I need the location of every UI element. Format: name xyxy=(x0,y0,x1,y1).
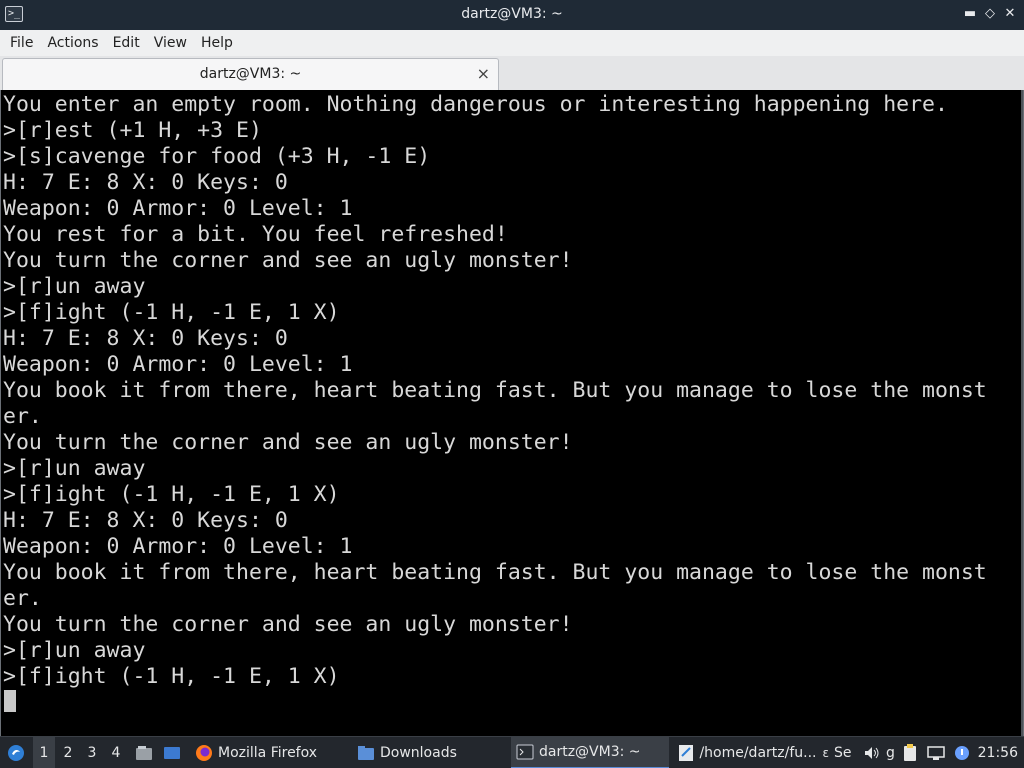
terminal-line: You book it from there, heart beating fa… xyxy=(3,378,987,403)
workspace-1[interactable]: 1 xyxy=(33,737,55,768)
terminal-icon xyxy=(515,742,535,762)
terminal-line: You turn the corner and see an ugly mons… xyxy=(3,430,573,455)
terminal-line: Weapon: 0 Armor: 0 Level: 1 xyxy=(3,196,353,221)
menu-bar: File Actions Edit View Help xyxy=(0,30,1024,56)
menu-edit[interactable]: Edit xyxy=(106,30,147,56)
terminal-line: >[f]ight (-1 H, -1 E, 1 X) xyxy=(3,664,340,689)
terminal-lines: You enter an empty room. Nothing dangero… xyxy=(3,92,1013,690)
terminal-line: >[s]cavenge for food (+3 H, -1 E) xyxy=(3,144,431,169)
tray-partial-c: g xyxy=(886,745,895,761)
terminal-line: You turn the corner and see an ugly mons… xyxy=(3,612,573,637)
task-label: Mozilla Firefox xyxy=(218,745,318,761)
tab-terminal[interactable]: dartz@VM3: ~ × xyxy=(2,58,499,90)
terminal-line: You rest for a bit. You feel refreshed! xyxy=(3,222,508,247)
tab-strip: dartz@VM3: ~ × xyxy=(0,56,1024,90)
terminal-cursor xyxy=(4,690,16,712)
menu-actions[interactable]: Actions xyxy=(40,30,105,56)
terminal-line: H: 7 E: 8 X: 0 Keys: 0 xyxy=(3,326,288,351)
task-label: /home/dartz/fu... xyxy=(699,745,817,761)
tray-partial-item[interactable]: Se xyxy=(834,737,860,768)
task-text-editor[interactable]: /home/dartz/fu... ε xyxy=(673,737,829,768)
task-downloads[interactable]: Downloads xyxy=(352,737,508,768)
window-titlebar[interactable]: >_ dartz@VM3: ~ ▬ ◇ ✕ xyxy=(0,0,1024,30)
terminal-scrollbar[interactable] xyxy=(1021,90,1023,736)
tray-partial-b: Se xyxy=(834,745,852,761)
tab-label: dartz@VM3: ~ xyxy=(199,66,302,82)
terminal-line: >[r]est (+1 H, +3 E) xyxy=(3,118,262,143)
task-label: dartz@VM3: ~ xyxy=(539,744,641,760)
terminal-line: Weapon: 0 Armor: 0 Level: 1 xyxy=(3,534,353,559)
terminal-line: >[f]ight (-1 H, -1 E, 1 X) xyxy=(3,300,340,325)
terminal-line: H: 7 E: 8 X: 0 Keys: 0 xyxy=(3,508,288,533)
terminal-line: >[r]un away xyxy=(3,638,146,663)
volume-icon[interactable] xyxy=(860,737,884,768)
clock[interactable]: 21:56 xyxy=(978,737,1018,768)
notification-icon[interactable] xyxy=(950,737,974,768)
workspace-4[interactable]: 4 xyxy=(105,737,127,768)
terminal-line: >[r]un away xyxy=(3,274,146,299)
menu-file[interactable]: File xyxy=(3,30,40,56)
file-manager-icon[interactable] xyxy=(132,737,156,768)
terminal-line: You book it from there, heart beating fa… xyxy=(3,560,987,585)
folder-icon xyxy=(356,743,376,763)
network-icon[interactable] xyxy=(924,737,948,768)
terminal-line: H: 7 E: 8 X: 0 Keys: 0 xyxy=(3,170,288,195)
terminal-line: You enter an empty room. Nothing dangero… xyxy=(3,92,948,117)
close-button[interactable]: ✕ xyxy=(1002,5,1018,23)
task-label: Downloads xyxy=(380,745,457,761)
terminal-line: er. xyxy=(3,404,42,429)
tab-close-icon[interactable]: × xyxy=(477,64,490,83)
terminal-line: Weapon: 0 Armor: 0 Level: 1 xyxy=(3,352,353,377)
tray-partial-a: ε xyxy=(822,746,830,760)
terminal-output[interactable]: You enter an empty room. Nothing dangero… xyxy=(0,90,1024,736)
show-desktop-icon[interactable] xyxy=(160,737,184,768)
window-title: dartz@VM3: ~ xyxy=(461,6,563,22)
menu-view[interactable]: View xyxy=(147,30,194,56)
minimize-button[interactable]: ▬ xyxy=(962,5,978,23)
task-firefox[interactable]: Mozilla Firefox xyxy=(190,737,350,768)
terminal-line: You turn the corner and see an ugly mons… xyxy=(3,248,573,273)
task-terminal[interactable]: dartz@VM3: ~ xyxy=(511,737,669,768)
workspace-2[interactable]: 2 xyxy=(57,737,79,768)
terminal-line: >[r]un away xyxy=(3,456,146,481)
taskbar: 1 2 3 4 Mozilla Firefox Downloads dartz@… xyxy=(0,736,1024,768)
workspace-3[interactable]: 3 xyxy=(81,737,103,768)
text-editor-icon xyxy=(677,743,695,763)
clipboard-icon[interactable] xyxy=(898,737,922,768)
terminal-line: er. xyxy=(3,586,42,611)
maximize-button[interactable]: ◇ xyxy=(982,5,998,23)
menu-help[interactable]: Help xyxy=(194,30,240,56)
firefox-icon xyxy=(194,743,214,763)
terminal-line: >[f]ight (-1 H, -1 E, 1 X) xyxy=(3,482,340,507)
start-menu-icon[interactable] xyxy=(4,737,28,768)
